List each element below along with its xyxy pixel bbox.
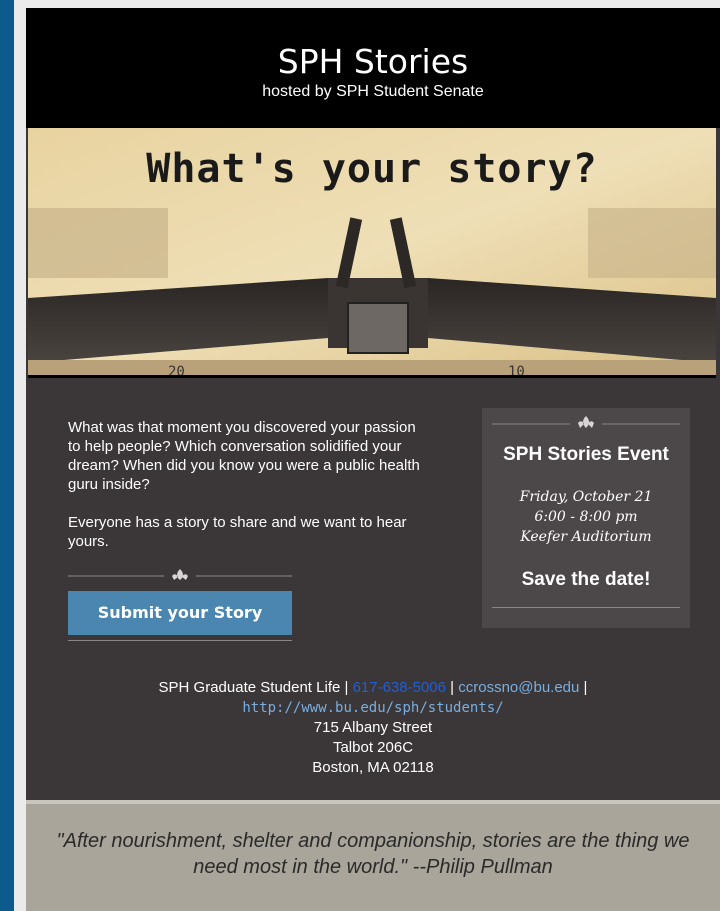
intro-paragraph-1: What was that moment you discovered your… xyxy=(68,419,420,493)
intro-paragraph-2: Everyone has a story to share and we wan… xyxy=(68,514,407,550)
save-the-date: Save the date! xyxy=(521,569,651,590)
header-banner: SPH Stories hosted by SPH Student Senate xyxy=(26,8,720,128)
event-box: SPH Stories Event Friday, October 21 6:0… xyxy=(482,408,690,628)
newsletter-card: SPH Stories hosted by SPH Student Senate xyxy=(26,8,720,911)
content-section: What was that moment you discovered your… xyxy=(26,380,720,800)
fleur-de-lis-icon xyxy=(492,416,680,428)
event-time: 6:00 - 8:00 pm xyxy=(534,509,638,525)
svg-text:10: 10 xyxy=(508,364,525,378)
separator: | xyxy=(450,679,455,696)
phone-link[interactable]: 617-638-5006 xyxy=(353,679,446,696)
email-link[interactable]: ccrossno@bu.edu xyxy=(458,679,579,696)
fleur-de-lis-icon xyxy=(68,569,292,580)
hero-image: 20 10 What's your story? xyxy=(28,128,716,378)
page-title: SPH Stories xyxy=(277,42,469,81)
contact-line: SPH Graduate Student Life | 617-638-5006… xyxy=(26,678,720,698)
event-location: Keefer Auditorium xyxy=(520,529,652,545)
room-address: Talbot 206C xyxy=(332,739,414,756)
submit-story-button[interactable]: Submit your Story xyxy=(68,591,292,635)
intro-text: What was that moment you discovered your… xyxy=(68,418,428,551)
quote-text: "After nourishment, shelter and companio… xyxy=(56,830,690,878)
separator: | xyxy=(583,679,588,696)
hero-headline: What's your story? xyxy=(146,146,598,192)
submit-divider xyxy=(68,640,292,641)
contact-info: SPH Graduate Student Life | 617-638-5006… xyxy=(26,678,720,778)
event-divider xyxy=(492,607,680,608)
svg-text:20: 20 xyxy=(168,364,185,378)
street-address: 715 Albany Street xyxy=(313,719,433,736)
event-details: Friday, October 21 6:00 - 8:00 pm Keefer… xyxy=(482,487,690,547)
org-name: SPH Graduate Student Life | xyxy=(158,679,349,696)
event-date: Friday, October 21 xyxy=(519,489,653,505)
page-subtitle: hosted by SPH Student Senate xyxy=(262,83,484,100)
event-title: SPH Stories Event xyxy=(503,444,669,465)
quote-band: "After nourishment, shelter and companio… xyxy=(26,800,720,911)
website-link[interactable]: http://www.bu.edu/sph/students/ xyxy=(242,700,503,716)
city-address: Boston, MA 02118 xyxy=(312,759,434,776)
submit-block: Submit your Story xyxy=(68,568,292,641)
